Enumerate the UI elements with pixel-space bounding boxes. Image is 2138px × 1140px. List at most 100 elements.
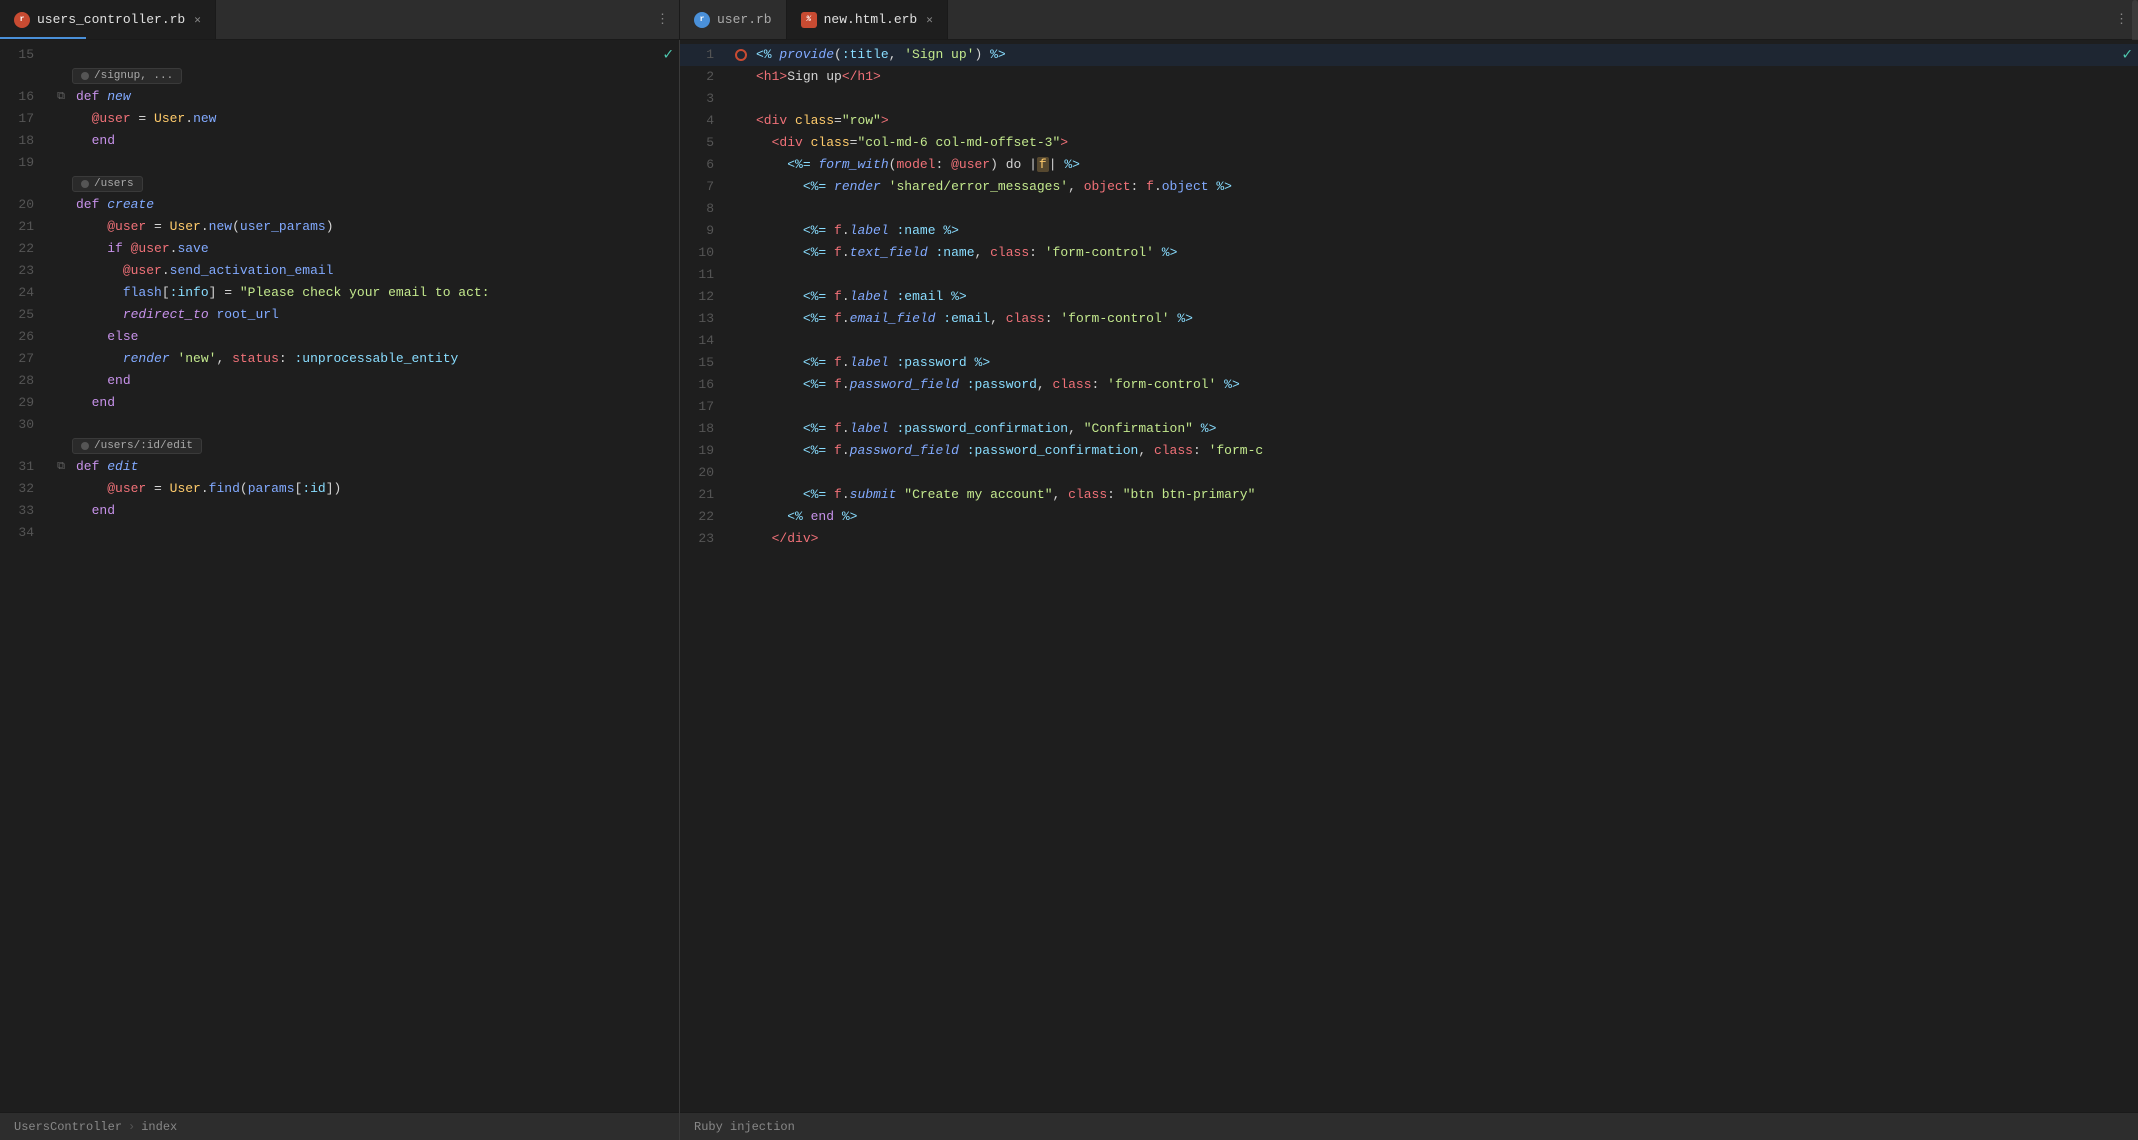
route-badge-signup: /signup, ... bbox=[72, 68, 182, 84]
route-badge-users: /users bbox=[72, 176, 143, 192]
code-line: 33 end bbox=[0, 500, 679, 522]
code-line-14: 14 bbox=[680, 330, 2138, 352]
line-content: def create bbox=[72, 194, 679, 216]
line-gutter bbox=[50, 500, 72, 522]
code-line-r20: 20 bbox=[680, 462, 2138, 484]
code-line-4: 4 <div class="row"> bbox=[680, 110, 2138, 132]
tab-more-left[interactable]: ⋮ bbox=[646, 0, 679, 39]
breadcrumb-controller: UsersController bbox=[14, 1120, 122, 1134]
line-number: 17 bbox=[0, 108, 50, 130]
line-content bbox=[72, 44, 657, 66]
line-number: 15 bbox=[680, 352, 730, 374]
line-gutter bbox=[730, 330, 752, 352]
line-number: 25 bbox=[0, 304, 50, 326]
line-number: 34 bbox=[0, 522, 50, 544]
tab-users-controller[interactable]: r users_controller.rb ✕ bbox=[0, 0, 216, 39]
code-line-2: 2 <h1>Sign up</h1> bbox=[680, 66, 2138, 88]
code-line-5: 5 <div class="col-md-6 col-md-offset-3"> bbox=[680, 132, 2138, 154]
line-gutter bbox=[730, 66, 752, 88]
line-number: 28 bbox=[0, 370, 50, 392]
code-line: 34 bbox=[0, 522, 679, 544]
editor-container: r users_controller.rb ✕ ⋮ r user.rb % ne… bbox=[0, 0, 2138, 1140]
right-status-label: Ruby injection bbox=[694, 1120, 795, 1134]
line-content bbox=[752, 396, 2138, 418]
code-line: 28 end bbox=[0, 370, 679, 392]
right-code-area[interactable]: 1 <% provide(:title, 'Sign up') %> ✓ 2 <… bbox=[680, 40, 2138, 1112]
tab-new-html-erb[interactable]: % new.html.erb ✕ bbox=[787, 0, 948, 39]
line-content: redirect_to root_url bbox=[72, 304, 679, 326]
tab-user-rb[interactable]: r user.rb bbox=[680, 0, 787, 39]
line-gutter bbox=[50, 282, 72, 304]
code-line: 31 ⧉ def edit bbox=[0, 456, 679, 478]
code-line-10: 10 <%= f.text_field :name, class: 'form-… bbox=[680, 242, 2138, 264]
ruby-file-icon: r bbox=[14, 12, 30, 28]
line-content: @user = User.new(user_params) bbox=[72, 216, 679, 238]
line-gutter bbox=[50, 414, 72, 436]
line-content: end bbox=[72, 500, 679, 522]
code-line: 32 @user = User.find(params[:id]) bbox=[0, 478, 679, 500]
code-line-6: 6 <%= form_with(model: @user) do |f| %> bbox=[680, 154, 2138, 176]
line-number: 4 bbox=[680, 110, 730, 132]
line-content: <%= f.password_field :password_confirmat… bbox=[752, 440, 2138, 462]
route-badge-edit: /users/:id/edit bbox=[72, 438, 202, 454]
line-number: 12 bbox=[680, 286, 730, 308]
line-content bbox=[72, 522, 679, 544]
line-content bbox=[752, 330, 2138, 352]
line-content: <h1>Sign up</h1> bbox=[752, 66, 2138, 88]
line-content: <div class="row"> bbox=[752, 110, 2138, 132]
code-line-1: 1 <% provide(:title, 'Sign up') %> ✓ bbox=[680, 44, 2138, 66]
line-gutter bbox=[50, 216, 72, 238]
code-line-r19: 19 <%= f.password_field :password_confir… bbox=[680, 440, 2138, 462]
line-gutter bbox=[730, 418, 752, 440]
line-gutter bbox=[730, 396, 752, 418]
ruby-icon-user: r bbox=[694, 12, 710, 28]
line-content: <%= f.label :password %> bbox=[752, 352, 2138, 374]
line-number: 15 bbox=[0, 44, 50, 66]
erb-icon: % bbox=[801, 12, 817, 28]
line-number: 19 bbox=[680, 440, 730, 462]
line-content: <%= f.submit "Create my account", class:… bbox=[752, 484, 2138, 506]
line-content: render 'new', status: :unprocessable_ent… bbox=[72, 348, 679, 370]
line-content: <%= f.label :password_confirmation, "Con… bbox=[752, 418, 2138, 440]
breakpoint-icon[interactable] bbox=[735, 49, 747, 61]
code-line: 30 bbox=[0, 414, 679, 436]
code-line-11: 11 bbox=[680, 264, 2138, 286]
line-gutter[interactable]: ⧉ bbox=[50, 86, 72, 108]
line-gutter bbox=[50, 260, 72, 282]
right-tab-bar: r user.rb % new.html.erb ✕ ⋮ bbox=[680, 0, 2138, 39]
line-number: 1 bbox=[680, 44, 730, 66]
line-gutter bbox=[50, 44, 72, 66]
code-line: 22 if @user.save bbox=[0, 238, 679, 260]
code-line: 19 bbox=[0, 152, 679, 174]
line-number: 19 bbox=[0, 152, 50, 174]
code-line: 25 redirect_to root_url bbox=[0, 304, 679, 326]
line-number: 7 bbox=[680, 176, 730, 198]
line-content: <%= f.email_field :email, class: 'form-c… bbox=[752, 308, 2138, 330]
line-number: 10 bbox=[680, 242, 730, 264]
line-number: 21 bbox=[0, 216, 50, 238]
line-content: end bbox=[72, 130, 679, 152]
line-content bbox=[752, 198, 2138, 220]
line-number: 17 bbox=[680, 396, 730, 418]
left-panel: 15 ✓ /signup, ... 16 ⧉ def new bbox=[0, 40, 680, 1140]
close-icon-erb[interactable]: ✕ bbox=[926, 13, 933, 27]
line-content bbox=[752, 462, 2138, 484]
close-icon[interactable]: ✕ bbox=[194, 13, 201, 27]
line-gutter bbox=[730, 176, 752, 198]
code-line: 29 end bbox=[0, 392, 679, 414]
code-line: 26 else bbox=[0, 326, 679, 348]
line-gutter[interactable]: ⧉ bbox=[50, 456, 72, 478]
line-gutter bbox=[50, 304, 72, 326]
line-gutter bbox=[730, 528, 752, 550]
code-line-r21: 21 <%= f.submit "Create my account", cla… bbox=[680, 484, 2138, 506]
line-gutter bbox=[730, 352, 752, 374]
line-number: 30 bbox=[0, 414, 50, 436]
code-line: 17 @user = User.new bbox=[0, 108, 679, 130]
left-code-area[interactable]: 15 ✓ /signup, ... 16 ⧉ def new bbox=[0, 40, 679, 1112]
route-dot bbox=[81, 72, 89, 80]
line-gutter bbox=[730, 220, 752, 242]
line-number: 23 bbox=[0, 260, 50, 282]
breadcrumb-sep: › bbox=[128, 1120, 135, 1134]
code-line-r22: 22 <% end %> bbox=[680, 506, 2138, 528]
line-gutter bbox=[730, 198, 752, 220]
